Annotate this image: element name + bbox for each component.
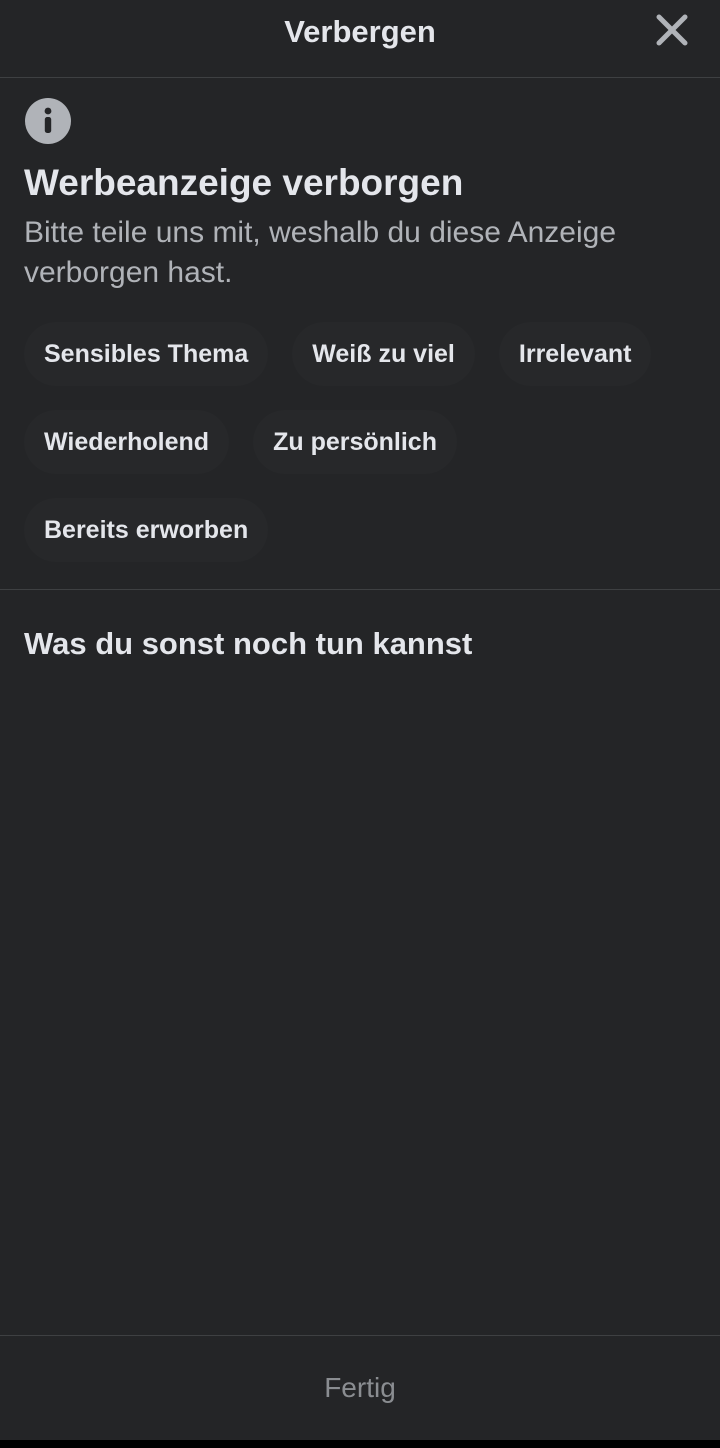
hide-ad-sheet: Verbergen Werbeanzeige verborgen Bitte t… — [0, 0, 720, 1440]
header: Verbergen — [0, 0, 720, 78]
footer: Fertig — [0, 1335, 720, 1440]
chip-row: Wiederholend Zu persönlich — [24, 410, 704, 474]
chip-row: Sensibles Thema Weiß zu viel Irrelevant — [24, 322, 704, 386]
header-title: Verbergen — [284, 14, 436, 49]
reason-chip-irrelevant[interactable]: Irrelevant — [498, 322, 652, 386]
notice-subtitle: Bitte teile uns mit, weshalb du diese An… — [24, 216, 617, 289]
notice-title: Werbeanzeige verborgen — [24, 162, 464, 203]
more-options-title: Was du sonst noch tun kannst — [24, 626, 473, 661]
reason-chip-sensitive-topic[interactable]: Sensibles Thema — [24, 322, 269, 386]
close-icon — [656, 14, 688, 46]
reason-chip-knows-too-much[interactable]: Weiß zu viel — [292, 322, 475, 386]
reason-chips: Sensibles Thema Weiß zu viel Irrelevant … — [24, 322, 704, 586]
chip-row: Bereits erworben — [24, 498, 704, 562]
reason-chip-repetitive[interactable]: Wiederholend — [24, 410, 230, 474]
section-divider — [0, 589, 720, 590]
reason-chip-too-personal[interactable]: Zu persönlich — [253, 410, 457, 474]
reason-chip-already-bought[interactable]: Bereits erworben — [24, 498, 269, 562]
info-icon — [25, 98, 71, 144]
done-button[interactable]: Fertig — [0, 1336, 720, 1440]
close-button[interactable] — [650, 8, 694, 52]
